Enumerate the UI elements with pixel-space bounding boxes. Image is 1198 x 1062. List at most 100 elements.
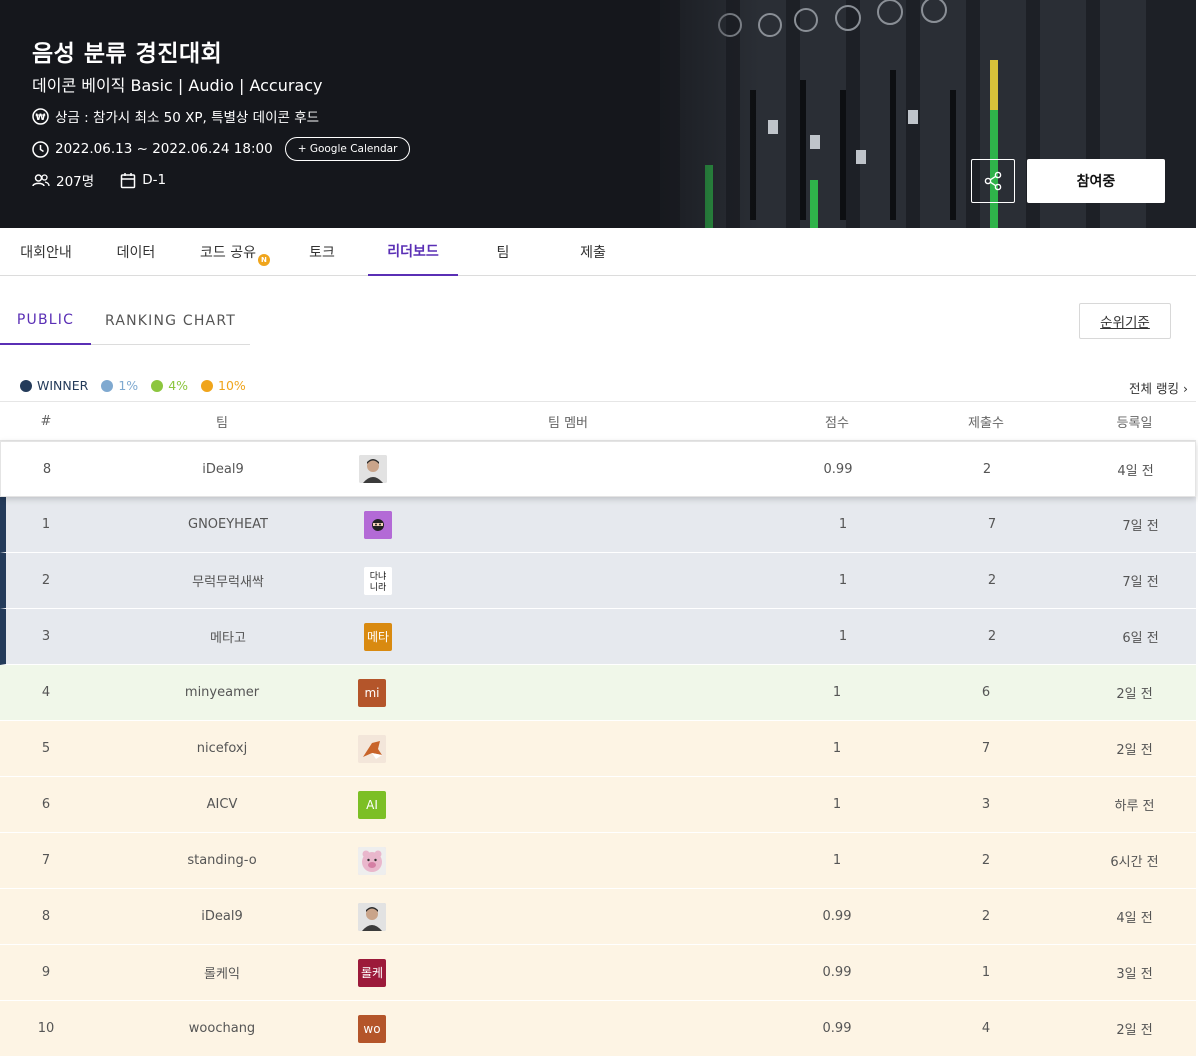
team-name-cell[interactable]: iDeal9 [103,442,343,496]
period-text: 2022.06.13 ~ 2022.06.24 18:00 [55,141,273,157]
legend-4pct: 4% [151,378,188,393]
legend-winner-label: WINNER [37,378,89,393]
legend-4pct-label: 4% [168,378,189,393]
team-name-cell[interactable]: standing-o [102,833,342,888]
score-cell: 1 [838,573,848,588]
member-avatar[interactable]: mi [358,678,386,707]
team-name-cell[interactable]: 롤케익 [102,945,342,1000]
date-cell: 4일 전 [1117,463,1154,479]
score-cell: 0.99 [823,461,853,477]
table-row[interactable]: 1 GNOEYHEAT 1 7 7일 전 [0,497,1196,553]
tab-talk[interactable]: 토크 [276,228,368,276]
tab-code-share-label: 코드 공유 [200,245,256,261]
submissions-cell: 3 [981,797,991,812]
avatar-text: AI [366,797,378,812]
handwriting-avatar-icon: 다냐니라 [364,566,392,595]
date-cell: 3일 전 [1116,967,1153,982]
legend-10pct-label: 10% [218,378,246,393]
submissions-cell: 2 [987,629,997,644]
team-name-cell[interactable]: AICV [102,777,342,832]
submissions-cell: 7 [987,517,997,532]
avatar-text: wo [363,1021,381,1036]
tab-leaderboard[interactable]: 리더보드 [368,228,458,276]
team-name-cell[interactable]: nicefoxj [102,721,342,776]
submissions-cell: 4 [981,1021,991,1036]
table-row[interactable]: 7 standing-o 1 2 6시간 전 [0,833,1196,889]
tab-team[interactable]: 팀 [458,228,548,276]
header-rank: # [40,413,52,429]
period-row: 2022.06.13 ~ 2022.06.24 18:00 + Google C… [32,137,411,161]
member-cell: wo [358,1001,388,1056]
score-cell: 1 [832,685,842,700]
clock-icon [32,140,49,158]
legend-10pct: 10% [201,378,246,393]
table-row[interactable]: 5 nicefoxj 1 7 2일 전 [0,721,1196,777]
share-button[interactable] [971,159,1015,203]
prize-text: 상금 : 참가시 최소 50 XP, 특별상 데이콘 후드 [55,110,320,126]
join-button[interactable]: 참여중 [1027,159,1165,203]
member-avatar[interactable]: 다냐 니라 [364,566,392,595]
calendar-icon [120,172,136,188]
table-row[interactable]: 10 woochang wo 0.99 4 2일 전 [0,1001,1196,1057]
score-cell: 1 [832,853,842,868]
avatar-text: 메타 [366,630,390,644]
rank-cell: 3 [41,629,51,644]
member-avatar[interactable]: 메타 [364,622,392,651]
score-cell: 0.99 [822,909,852,924]
rank-cell: 2 [41,573,51,588]
my-team-row[interactable]: 8 iDeal9 0.99 2 4일 전 [0,441,1196,497]
tab-code-share[interactable]: 코드 공유 N [180,228,276,276]
submissions-cell: 6 [981,685,991,700]
tab-ranking-chart[interactable]: RANKING CHART [91,296,250,345]
google-calendar-button[interactable]: + Google Calendar [284,137,411,161]
member-avatar[interactable]: AI [358,790,386,819]
date-cell: 6일 전 [1122,631,1159,646]
full-ranking-link[interactable]: 전체 랭킹 › [1129,378,1188,397]
svg-text:₩: ₩ [36,113,46,123]
table-row[interactable]: 2 무럭무럭새싹 다냐 니라 1 2 7일 전 [0,553,1196,609]
rank-cell: 1 [41,517,51,532]
tab-overview[interactable]: 대회안내 [0,228,92,276]
table-row[interactable]: 3 메타고 메타 1 2 6일 전 [0,609,1196,665]
member-avatar[interactable] [358,902,386,931]
member-avatar[interactable] [364,510,392,539]
score-cell: 1 [832,797,842,812]
new-badge: N [257,254,270,266]
avatar-text: 롤케 [360,966,384,980]
team-name-cell[interactable]: iDeal9 [102,889,342,944]
rank-cell: 4 [41,685,51,700]
header-score: 점수 [825,415,849,431]
member-cell: 롤케 [358,945,388,1000]
tab-submit[interactable]: 제출 [548,228,638,276]
header-members: 팀 멤버 [547,415,588,431]
member-cell [358,889,388,944]
table-row[interactable]: 8 iDeal9 0.99 2 4일 전 [0,889,1196,945]
team-name-cell[interactable]: 무럭무럭새싹 [108,553,348,608]
score-cell: 1 [832,741,842,756]
table-row[interactable]: 4 minyeamer mi 1 6 2일 전 [0,665,1196,721]
table-row[interactable]: 9 롤케익 롤케 0.99 1 3일 전 [0,945,1196,1001]
tab-public[interactable]: PUBLIC [0,296,91,345]
member-avatar[interactable]: wo [358,1014,386,1043]
people-icon [32,173,50,186]
rank-criteria-button[interactable]: 순위기준 [1079,303,1171,339]
rank-cell: 9 [41,965,51,980]
member-avatar[interactable] [358,846,386,875]
date-cell: 2일 전 [1116,1023,1153,1038]
tier-legend: WINNER 1% 4% 10% [20,378,259,393]
legend-1pct: 1% [101,378,138,393]
competition-subtitle: 데이콘 베이직 Basic | Audio | Accuracy [32,76,323,95]
member-cell: mi [358,665,388,720]
member-avatar[interactable] [358,734,386,763]
svg-text:니라: 니라 [370,582,387,593]
team-name-cell[interactable]: GNOEYHEAT [108,497,348,552]
member-avatar[interactable]: 롤케 [358,958,386,987]
tab-data[interactable]: 데이터 [92,228,180,276]
member-avatar[interactable] [359,455,387,483]
table-row[interactable]: 6 AICV AI 1 3 하루 전 [0,777,1196,833]
team-name-cell[interactable]: minyeamer [102,665,342,720]
header-date: 등록일 [1116,415,1153,431]
team-name-cell[interactable]: 메타고 [108,609,348,664]
team-name-cell[interactable]: woochang [102,1001,342,1056]
submissions-cell: 1 [981,965,991,980]
